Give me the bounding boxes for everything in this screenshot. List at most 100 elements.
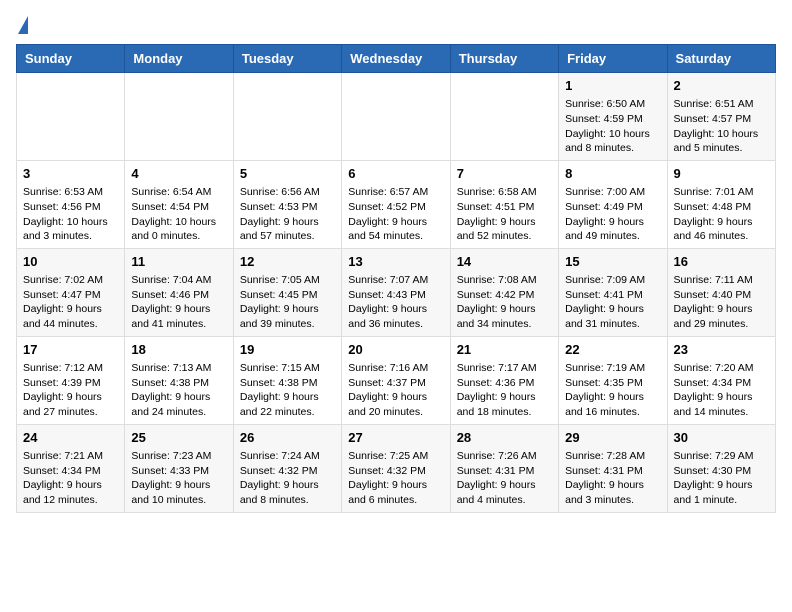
day-number: 24 [23,429,118,447]
cell-info: Daylight: 9 hours and 3 minutes. [565,478,660,507]
calendar-cell [450,73,558,161]
calendar-cell: 6Sunrise: 6:57 AMSunset: 4:52 PMDaylight… [342,160,450,248]
cell-info: Daylight: 10 hours and 5 minutes. [674,127,769,156]
calendar-cell: 17 Sunrise: 7:12 AMSunset: 4:39 PMDayligh… [17,336,125,424]
cell-info: Sunrise: 7:29 AM [674,449,769,464]
calendar-cell: 24Sunrise: 7:21 AMSunset: 4:34 PMDayligh… [17,424,125,512]
cell-info: Sunrise: 7:23 AM [131,449,226,464]
calendar-header-tuesday: Tuesday [233,45,341,73]
calendar-week-row: 17Sunrise: 7:12 AMSunset: 4:39 PMDayligh… [17,336,776,424]
cell-info: Sunrise: 7:16 AM [348,361,443,376]
cell-info: Daylight: 9 hours and 29 minutes. [674,302,769,331]
cell-info: Sunrise: 6:50 AM [565,97,660,112]
day-number: 19 [240,341,335,359]
cell-info: Sunrise: 7:25 AM [348,449,443,464]
cell-info: Sunset: 4:43 PM [348,288,443,303]
day-number: 8 [565,165,660,183]
cell-info: Sunset: 4:51 PM [457,200,552,215]
cell-info: Daylight: 9 hours and 8 minutes. [240,478,335,507]
calendar-cell: 8Sunrise: 7:00 AMSunset: 4:49 PMDaylight… [559,160,667,248]
cell-info: Sunrise: 7:17 AM [457,361,552,376]
day-number: 20 [348,341,443,359]
cell-info: Sunset: 4:41 PM [565,288,660,303]
calendar-cell: 22Sunrise: 7:19 AMSunset: 4:35 PMDayligh… [559,336,667,424]
calendar-cell: 16Sunrise: 7:11 AMSunset: 4:40 PMDayligh… [667,248,775,336]
cell-info: Sunrise: 7:28 AM [565,449,660,464]
cell-info: Sunrise: 7:26 AM [457,449,552,464]
calendar-cell [125,73,233,161]
cell-info: Sunset: 4:47 PM [23,288,118,303]
cell-info: Sunrise: 7:04 AM [131,273,226,288]
day-number: 17 [23,341,118,359]
cell-info: Sunset: 4:37 PM [348,376,443,391]
day-number: 16 [674,253,769,271]
cell-info: Daylight: 9 hours and 24 minutes. [131,390,226,419]
cell-info: Daylight: 9 hours and 57 minutes. [240,215,335,244]
cell-info: Sunrise: 6:57 AM [348,185,443,200]
cell-info: Daylight: 9 hours and 39 minutes. [240,302,335,331]
calendar-week-row: 1Sunrise: 6:50 AMSunset: 4:59 PMDaylight… [17,73,776,161]
cell-info: Sunset: 4:48 PM [674,200,769,215]
calendar-cell: 12Sunrise: 7:05 AMSunset: 4:45 PMDayligh… [233,248,341,336]
cell-info: Sunset: 4:36 PM [457,376,552,391]
cell-info: Sunrise: 6:56 AM [240,185,335,200]
day-number: 9 [674,165,769,183]
calendar-cell: 18 Sunrise: 7:13 AMSunset: 4:38 PMDayligh… [125,336,233,424]
cell-info: Daylight: 9 hours and 27 minutes. [23,390,118,419]
day-number: 21 [457,341,552,359]
day-number: 27 [348,429,443,447]
cell-info: Sunset: 4:42 PM [457,288,552,303]
calendar-header-saturday: Saturday [667,45,775,73]
cell-info: Sunset: 4:52 PM [348,200,443,215]
cell-info: Daylight: 9 hours and 12 minutes. [23,478,118,507]
day-number: 23 [674,341,769,359]
cell-info: Daylight: 9 hours and 14 minutes. [674,390,769,419]
day-number: 30 [674,429,769,447]
cell-info: Sunset: 4:46 PM [131,288,226,303]
cell-info: Sunrise: 7:01 AM [674,185,769,200]
cell-info: Sunset: 4:31 PM [565,464,660,479]
cell-info: Sunset: 4:39 PM [23,376,118,391]
page-header [16,16,776,32]
cell-info: Sunrise: 7:15 AM [240,361,335,376]
calendar-cell: 13Sunrise: 7:07 AMSunset: 4:43 PMDayligh… [342,248,450,336]
cell-info: Sunset: 4:34 PM [23,464,118,479]
cell-info: Sunrise: 7:12 AM [23,361,118,376]
calendar-cell: 5Sunrise: 6:56 AMSunset: 4:53 PMDaylight… [233,160,341,248]
cell-info: Daylight: 9 hours and 54 minutes. [348,215,443,244]
cell-info: Sunset: 4:53 PM [240,200,335,215]
day-number: 13 [348,253,443,271]
day-number: 25 [131,429,226,447]
calendar-week-row: 10Sunrise: 7:02 AMSunset: 4:47 PMDayligh… [17,248,776,336]
day-number: 15 [565,253,660,271]
day-number: 22 [565,341,660,359]
cell-info: Sunset: 4:38 PM [131,376,226,391]
day-number: 29 [565,429,660,447]
calendar-header-sunday: Sunday [17,45,125,73]
day-number: 18 [131,341,226,359]
cell-info: Sunset: 4:59 PM [565,112,660,127]
cell-info: Sunrise: 7:13 AM [131,361,226,376]
calendar-cell: 1Sunrise: 6:50 AMSunset: 4:59 PMDaylight… [559,73,667,161]
calendar-header-wednesday: Wednesday [342,45,450,73]
calendar-cell: 23Sunrise: 7:20 AMSunset: 4:34 PMDayligh… [667,336,775,424]
cell-info: Daylight: 9 hours and 6 minutes. [348,478,443,507]
cell-info: Sunrise: 7:05 AM [240,273,335,288]
calendar-cell: 4Sunrise: 6:54 AMSunset: 4:54 PMDaylight… [125,160,233,248]
cell-info: Daylight: 9 hours and 44 minutes. [23,302,118,331]
calendar-cell: 26Sunrise: 7:24 AMSunset: 4:32 PMDayligh… [233,424,341,512]
calendar-cell: 28Sunrise: 7:26 AMSunset: 4:31 PMDayligh… [450,424,558,512]
cell-info: Daylight: 10 hours and 3 minutes. [23,215,118,244]
calendar-cell: 25Sunrise: 7:23 AMSunset: 4:33 PMDayligh… [125,424,233,512]
cell-info: Daylight: 9 hours and 36 minutes. [348,302,443,331]
day-number: 4 [131,165,226,183]
cell-info: Sunrise: 7:08 AM [457,273,552,288]
cell-info: Sunrise: 7:19 AM [565,361,660,376]
calendar-header-friday: Friday [559,45,667,73]
cell-info: Sunrise: 7:00 AM [565,185,660,200]
day-number: 11 [131,253,226,271]
cell-info: Sunset: 4:32 PM [240,464,335,479]
cell-info: Daylight: 10 hours and 8 minutes. [565,127,660,156]
cell-info: Sunset: 4:35 PM [565,376,660,391]
cell-info: Daylight: 9 hours and 31 minutes. [565,302,660,331]
